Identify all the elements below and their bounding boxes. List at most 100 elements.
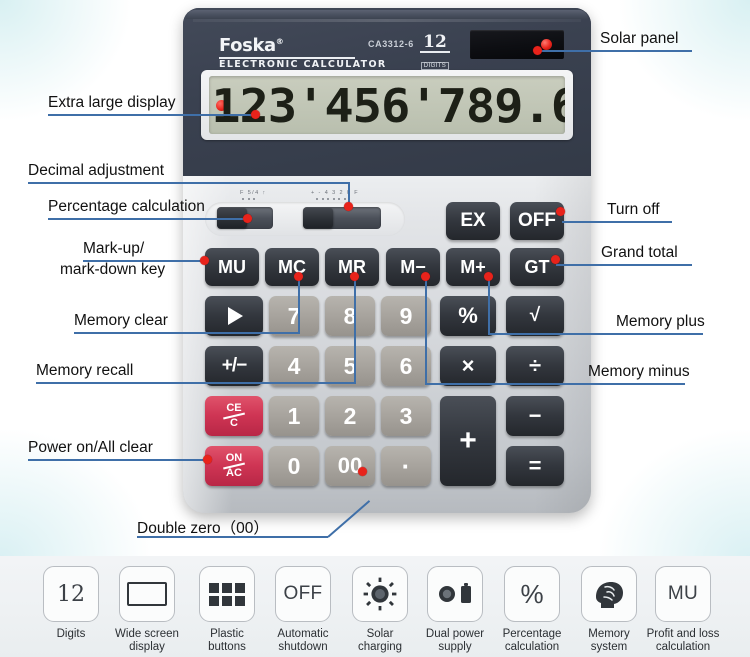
key-off[interactable]: OFF [510, 202, 564, 240]
key-ce-c[interactable]: CE C [205, 396, 263, 436]
markup-mu-icon: MU [655, 566, 711, 622]
key-mc[interactable]: MC [265, 248, 319, 286]
solar-panel-indicator-dot [541, 39, 552, 50]
key-9[interactable]: 9 [381, 296, 431, 336]
feature-dual-power: Dual power supply [412, 566, 498, 654]
calculator-top-bezel [186, 10, 588, 19]
feature-strip: 12 Digits Wide screen display Plastic bu… [0, 556, 750, 657]
feature-wide-screen-caption: Wide screen display [104, 628, 190, 654]
callout-double-zero-label: Double zero（00） [137, 520, 269, 537]
callout-turn-off-marker [556, 207, 565, 216]
feature-plastic-buttons-caption: Plastic buttons [184, 628, 270, 654]
callout-percentage-calculation-line [48, 218, 248, 220]
solar-charging-glyph [363, 577, 397, 611]
callout-memory-minus-marker [421, 272, 430, 281]
digits-12-icon: 12 [43, 566, 99, 622]
feature-wide-screen-caption-line2: display [129, 641, 165, 653]
callout-power-on-all-clear-marker [203, 455, 212, 464]
feature-memory-system-caption-line2: system [590, 641, 628, 653]
key-on-ac[interactable]: ON AC [205, 446, 263, 486]
key-sqrt[interactable]: √ [506, 296, 564, 336]
wide-screen-icon [119, 566, 175, 622]
feature-percentage: % Percentage calculation [489, 566, 575, 654]
key-4[interactable]: 4 [269, 346, 319, 386]
feature-wide-screen: Wide screen display [104, 566, 190, 654]
callout-memory-plus-line [488, 333, 703, 335]
sqrt-icon: √ [529, 305, 541, 326]
feature-digits: 12 Digits [28, 566, 114, 641]
callout-extra-large-display-marker [251, 110, 260, 119]
callout-percentage-calculation-marker [243, 214, 252, 223]
feature-dual-power-caption-line1: Dual power [425, 628, 485, 640]
triangle-right-icon [228, 307, 243, 325]
feature-auto-shutdown-caption-line1: Automatic [277, 628, 329, 640]
key-minus[interactable]: − [506, 396, 564, 436]
lcd-screen: 123'456'789.666 [209, 76, 565, 134]
feature-profit-loss-caption-line1: Profit and loss [646, 628, 720, 640]
key-ex[interactable]: EX [446, 202, 500, 240]
feature-auto-shutdown-caption-line2: shutdown [278, 641, 328, 653]
key-plus[interactable]: + [440, 396, 496, 486]
key-right-shift[interactable] [205, 296, 263, 336]
key-6[interactable]: 6 [381, 346, 431, 386]
callout-power-on-all-clear-line [28, 459, 208, 461]
background-tint-bottom-right [600, 430, 750, 560]
wide-screen-glyph [127, 582, 167, 606]
key-sign-change[interactable]: +/− [205, 346, 263, 386]
feature-percentage-caption: Percentage calculation [489, 628, 575, 654]
callout-decimal-adjustment-marker [344, 202, 353, 211]
callout-memory-recall-label: Memory recall [36, 362, 134, 379]
key-1[interactable]: 1 [269, 396, 319, 436]
callout-double-zero-line [137, 536, 328, 538]
plus-minus-icon: +/− [221, 355, 248, 376]
key-0[interactable]: 0 [269, 446, 319, 486]
key-8[interactable]: 8 [325, 296, 375, 336]
feature-percentage-caption-line1: Percentage [502, 628, 562, 640]
brand-subtitle: ELECTRONIC CALCULATOR [219, 59, 387, 70]
key-3[interactable]: 3 [381, 396, 431, 436]
callout-mark-up-down-key-label-line1: Mark-up/ [83, 240, 145, 257]
feature-plastic-buttons: Plastic buttons [184, 566, 270, 654]
feature-solar-charging-caption-line1: Solar [366, 628, 394, 640]
key-m-minus[interactable]: M− [386, 248, 440, 286]
key-m-plus[interactable]: M+ [446, 248, 500, 286]
key-gt[interactable]: GT [510, 248, 564, 286]
key-decimal-point[interactable]: · [381, 446, 431, 486]
callout-mark-up-down-key-marker [200, 256, 209, 265]
feature-auto-shutdown-caption: Automatic shutdown [260, 628, 346, 654]
feature-wide-screen-caption-line1: Wide screen [115, 628, 179, 640]
decimal-adjust-switch[interactable] [303, 207, 381, 229]
callout-memory-clear-line [74, 332, 300, 334]
calculator-product-image: Foska® ELECTRONIC CALCULATOR CA3312-6 12… [183, 8, 591, 513]
feature-solar-charging-caption: Solar charging [337, 628, 423, 654]
callout-memory-recall-marker [350, 272, 359, 281]
callout-grand-total-marker [551, 255, 560, 264]
key-equals[interactable]: = [506, 446, 564, 486]
callout-memory-recall-line [36, 382, 356, 384]
callout-extra-large-display-line [48, 114, 260, 116]
key-multiply[interactable]: × [440, 346, 496, 386]
digits-12-glyph: 12 [57, 581, 85, 607]
decimal-adjust-switch-knob[interactable] [303, 208, 333, 228]
feature-digits-caption: Digits [28, 628, 114, 641]
registered-mark: ® [275, 37, 284, 46]
key-7[interactable]: 7 [269, 296, 319, 336]
dual-power-supply-icon [427, 566, 483, 622]
feature-digits-caption-line1: Digits [56, 628, 86, 640]
key-double-zero[interactable]: 00 [325, 446, 375, 486]
lcd-frame: 123'456'789.666 [201, 70, 573, 140]
digits-badge-number: 12 [423, 32, 447, 52]
key-ce-c-labels: CE C [223, 402, 245, 429]
bezel-gloss-highlight [193, 19, 581, 22]
key-divide[interactable]: ÷ [506, 346, 564, 386]
callout-memory-minus-line [425, 383, 685, 385]
key-mu[interactable]: MU [205, 248, 259, 286]
brand-logo: Foska® [219, 35, 284, 56]
feature-profit-loss-caption: Profit and loss calculation [640, 628, 726, 654]
percentage-glyph: % [520, 578, 544, 609]
callout-grand-total-line [556, 264, 692, 266]
feature-plastic-buttons-caption-line1: Plastic [210, 628, 244, 640]
key-2[interactable]: 2 [325, 396, 375, 436]
key-5[interactable]: 5 [325, 346, 375, 386]
callout-percentage-calculation-label: Percentage calculation [48, 198, 205, 215]
